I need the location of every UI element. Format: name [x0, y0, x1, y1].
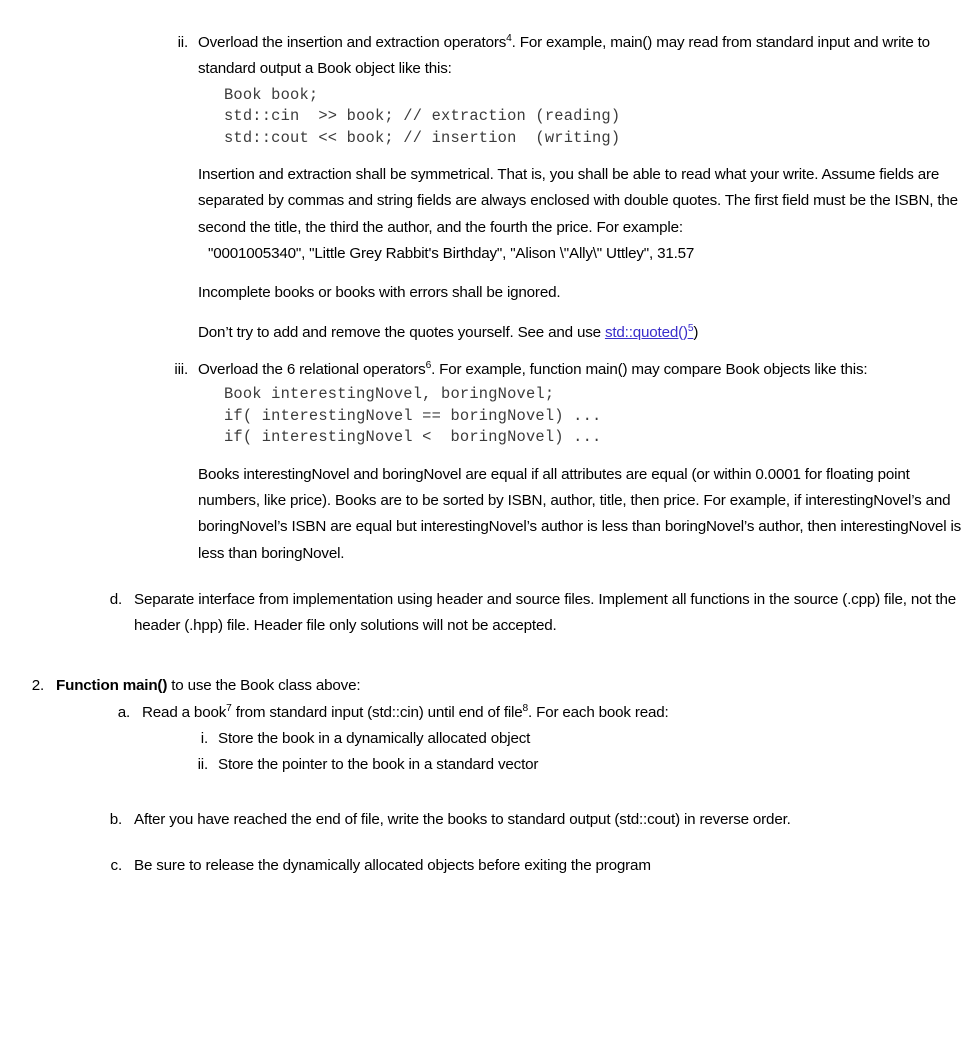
link-std-quoted[interactable]: std::quoted()5	[604, 323, 694, 341]
item-ii-quoted-pre: Don’t try to add and remove the quotes y…	[198, 323, 605, 341]
item-2a-text: Read a book7 from standard input (std::c…	[142, 700, 963, 726]
item-ii-example-record: "0001005340", "Little Grey Rabbit's Birt…	[208, 244, 695, 262]
list-item-b: b. After you have reached the end of fil…	[100, 807, 963, 833]
list-marker-2a: a.	[117, 703, 130, 721]
item-2a-text-3: . For each book read:	[528, 703, 669, 721]
list-item-d: d. Separate interface from implementatio…	[100, 587, 963, 640]
link-std-quoted-label: std::quoted()	[604, 323, 688, 341]
code-block-relational-operators: Book interestingNovel, boringNovel; if( …	[224, 385, 602, 447]
list-item-2a: a. Read a book7 from standard input (std…	[108, 700, 963, 779]
code-block-insertion-extraction: Book book; std::cin >> book; // extracti…	[224, 85, 621, 147]
list-item-c: c. Be sure to release the dynamically al…	[100, 853, 963, 879]
list-item-2a-i-text: Store the book in a dynamically allocate…	[218, 730, 531, 748]
section-2-heading: Function main() to use the Book class ab…	[56, 673, 963, 699]
list-item-2a-ii: ii. Store the pointer to the book in a s…	[180, 752, 963, 778]
list-marker-c: c.	[110, 856, 123, 874]
item-ii-paragraph-symmetry: Insertion and extraction shall be symmet…	[198, 166, 958, 236]
list-item-2-body: Function main() to use the Book class ab…	[56, 673, 963, 778]
list-item-iii-body: Overload the 6 relational operators6. Fo…	[198, 357, 963, 567]
item-2a-text-1: Read a book	[142, 703, 227, 721]
section-2-heading-rest: to use the Book class above:	[167, 677, 361, 695]
item-ii-quoted-post: )	[693, 323, 699, 341]
list-marker-d: d.	[109, 590, 122, 608]
list-marker-2a-i: i.	[200, 730, 208, 748]
item-2a-text-2: from standard input (std::cin) until end…	[231, 703, 523, 721]
list-marker-iii: iii.	[174, 360, 188, 378]
document-page: ii. Overload the insertion and extractio…	[0, 30, 963, 1054]
item-ii-paragraph-quoted: Don’t try to add and remove the quotes y…	[198, 320, 963, 346]
list-item-ii: ii. Overload the insertion and extractio…	[160, 30, 963, 346]
item-iii-lead: Overload the 6 relational operators6. Fo…	[198, 357, 963, 383]
list-item-ii-body: Overload the insertion and extraction op…	[198, 30, 963, 346]
list-marker-b: b.	[109, 810, 122, 828]
item-iii-paragraph-equality-ordering: Books interestingNovel and boringNovel a…	[198, 465, 962, 562]
list-item-iii: iii. Overload the 6 relational operators…	[160, 357, 963, 567]
item-ii-lead-text-1: Overload the insertion and extraction op…	[198, 34, 507, 51]
list-item-2: 2. Function main() to use the Book class…	[22, 673, 963, 778]
list-item-c-text: Be sure to release the dynamically alloc…	[134, 856, 651, 874]
section-2-heading-bold: Function main()	[56, 677, 168, 695]
list-item-d-text: Separate interface from implementation u…	[134, 590, 957, 635]
list-item-2a-body: Read a book7 from standard input (std::c…	[142, 700, 963, 779]
list-item-2a-ii-text: Store the pointer to the book in a stand…	[218, 756, 539, 774]
item-iii-lead-text-2: . For example, function main() may compa…	[431, 360, 868, 378]
item-ii-paragraph-ignore-errors: Incomplete books or books with errors sh…	[198, 284, 561, 302]
list-marker-ii: ii.	[177, 34, 189, 51]
list-marker-2: 2.	[31, 677, 44, 695]
list-marker-2a-ii: ii.	[197, 756, 209, 774]
list-item-b-text: After you have reached the end of file, …	[134, 810, 791, 828]
item-iii-lead-text-1: Overload the 6 relational operators	[198, 360, 426, 378]
item-ii-lead: Overload the insertion and extraction op…	[198, 30, 963, 83]
list-item-2a-i: i. Store the book in a dynamically alloc…	[180, 726, 963, 752]
